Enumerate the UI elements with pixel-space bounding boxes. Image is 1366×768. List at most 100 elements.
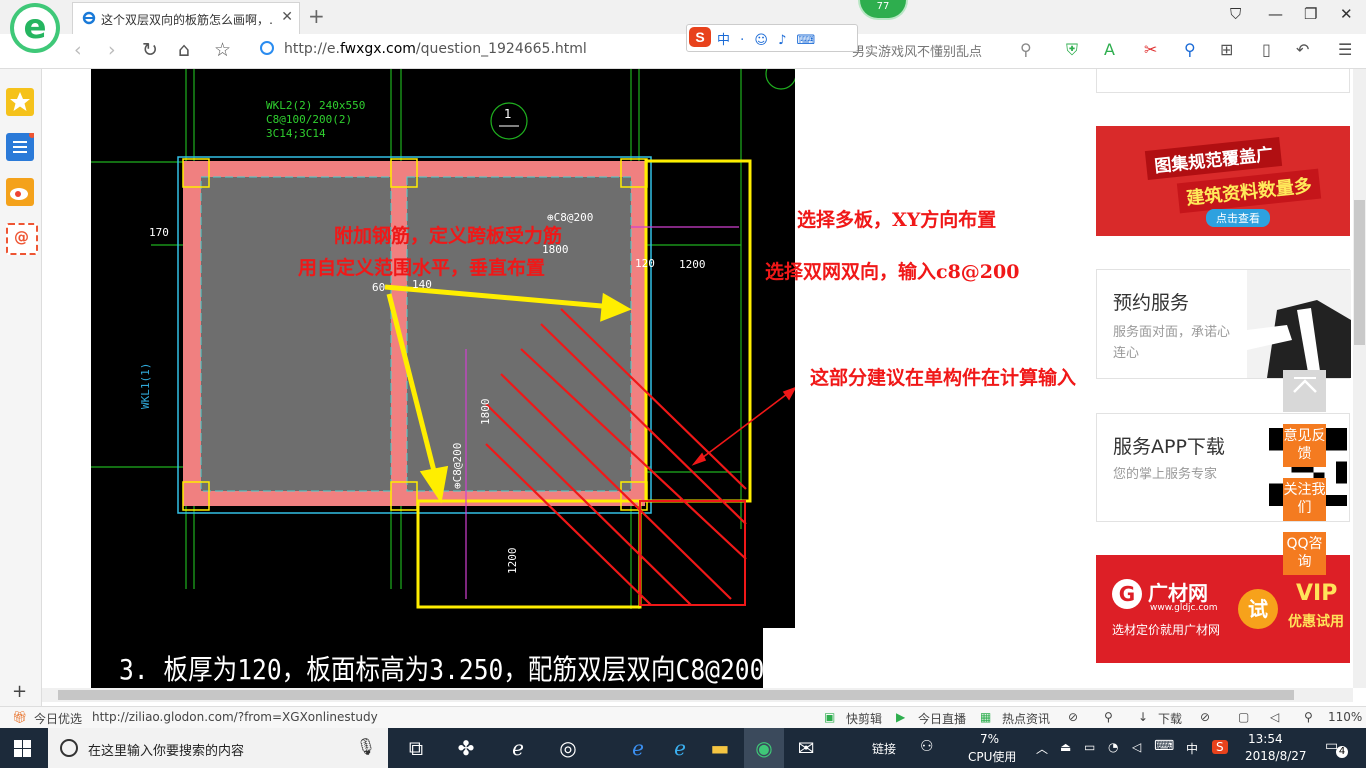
tray-links-label[interactable]: 链接 <box>872 740 896 757</box>
ime-mode[interactable]: 中 <box>1186 740 1198 757</box>
translate-icon[interactable]: A <box>1104 40 1115 59</box>
arrow-up-icon <box>1292 377 1317 393</box>
star-icon[interactable]: ☆ <box>214 39 231 61</box>
horizontal-scroll-thumb[interactable] <box>58 690 1294 700</box>
tray-expand-icon[interactable]: ︿ <box>1036 740 1048 757</box>
shield-icon[interactable]: ⛨ <box>1066 40 1078 60</box>
qq-consult-button[interactable]: QQ咨询 <box>1283 532 1326 575</box>
extension-icon[interactable]: ⊘ <box>1200 710 1210 724</box>
annotation-right-3: 这部分建议在单构件在计算输入 <box>810 367 1077 389</box>
keyboard-icon[interactable]: ⌨ <box>1154 738 1174 754</box>
tab-active[interactable]: 这个双层双向的板筋怎么画啊，… ✕ <box>72 2 300 34</box>
clock-time[interactable]: 13:54 <box>1248 732 1283 746</box>
apps-icon[interactable]: ⊞ <box>1220 40 1233 59</box>
download-icon: ↓ <box>1138 710 1149 724</box>
ad2-brand: 广材网 <box>1148 581 1208 605</box>
battery-icon[interactable]: ▭ <box>1084 740 1095 754</box>
search-hint[interactable]: 男实游戏风不懂别乱点 <box>852 41 1002 60</box>
windows-taskbar: 在这里输入你要搜索的内容 🎙︎ ⧉ ✤ ℯ ◎ ℯ ℯ ▬ ◉ ✉ 链接 ⚇ 7… <box>0 728 1366 768</box>
secure-icon <box>260 41 274 55</box>
browser-task-icon: ◉ <box>755 736 773 760</box>
pin-icon[interactable]: ⚲ <box>1104 710 1113 724</box>
vertical-scroll-thumb[interactable] <box>1354 200 1365 345</box>
microphone-icon[interactable]: 🎙︎ <box>356 737 376 756</box>
back-icon[interactable]: ‹ <box>74 39 82 61</box>
forward-icon[interactable]: › <box>108 39 116 61</box>
taskbar-search-placeholder: 在这里输入你要搜索的内容 <box>88 744 245 759</box>
minimize-icon[interactable]: — <box>1268 5 1283 23</box>
edge-icon[interactable]: ℯ <box>506 736 530 760</box>
tab-title: 这个双层双向的板筋怎么画啊，… <box>101 13 273 27</box>
dim-170: 170 <box>149 226 169 239</box>
glodon-app-icon[interactable]: ◎ <box>556 736 580 760</box>
zoom-level[interactable]: 110% <box>1328 710 1362 724</box>
close-tab-icon[interactable]: ✕ <box>281 9 293 25</box>
wifi-icon[interactable]: ◔ <box>1108 740 1118 754</box>
favorites-icon[interactable] <box>6 88 34 116</box>
tray-shape-icon[interactable]: ⏏ <box>1060 740 1071 754</box>
vertical-scrollbar[interactable] <box>1353 69 1366 688</box>
ad-banner-standards[interactable]: 图集规范覆盖广 建筑资料数量多 点击查看 <box>1096 126 1350 236</box>
card-appointment-service[interactable]: 预约服务 服务面对面，承诺心连心 <box>1096 269 1351 379</box>
home-icon[interactable]: ⌂ <box>178 39 190 61</box>
address-bar[interactable]: http://e.fwxgx.com/question_1924665.html <box>260 38 680 62</box>
magnifier-icon[interactable]: ⚲ <box>1184 40 1196 59</box>
refresh-icon[interactable]: ↻ <box>142 39 158 61</box>
dim-1200-right: 1200 <box>679 258 706 271</box>
news-icon: ▦ <box>980 710 992 724</box>
ime-label: 中 · ☺ ♪ ⌨ <box>717 33 819 48</box>
windows-start-icon[interactable] <box>14 740 31 757</box>
sogou-tray-icon[interactable]: S <box>1212 740 1228 754</box>
clip-link[interactable]: 快剪辑 <box>846 710 882 727</box>
ad2-try-badge: 试 <box>1238 589 1278 629</box>
news-link[interactable]: 热点资讯 <box>1002 710 1050 727</box>
search-icon[interactable]: ⚲ <box>1020 40 1032 59</box>
taskbar-search-box[interactable]: 在这里输入你要搜索的内容 🎙︎ <box>48 728 388 768</box>
ime-toolbar[interactable]: S 中 · ☺ ♪ ⌨ <box>686 24 858 52</box>
undo-icon[interactable]: ↶ <box>1296 40 1309 59</box>
volume-icon[interactable]: ◁ <box>1132 740 1141 754</box>
feedback-button[interactable]: 意见反馈 <box>1283 424 1326 467</box>
download-link[interactable]: 下载 <box>1158 710 1182 727</box>
phone-icon[interactable]: ▯ <box>1262 40 1271 59</box>
ad1-button[interactable]: 点击查看 <box>1206 209 1270 227</box>
follow-us-button[interactable]: 关注我们 <box>1283 478 1326 521</box>
menu-icon[interactable]: ☰ <box>1338 40 1352 59</box>
weibo-icon[interactable] <box>6 178 34 206</box>
window-icon[interactable]: ▢ <box>1238 710 1249 724</box>
task-view-icon[interactable]: ⧉ <box>404 736 428 760</box>
reading-list-icon[interactable] <box>6 132 35 161</box>
restore-icon[interactable]: ❐ <box>1304 5 1317 23</box>
rebar-vert: ⊕C8@200 <box>451 443 464 489</box>
live-link[interactable]: 今日直播 <box>918 710 966 727</box>
new-tab-icon[interactable]: + <box>308 4 325 28</box>
clock-date[interactable]: 2018/8/27 <box>1245 749 1307 763</box>
add-sidebar-icon[interactable]: + <box>12 681 27 702</box>
pinwheel-app-icon[interactable]: ✤ <box>454 736 478 760</box>
ie-mode-icon[interactable]: ⊘ <box>1068 710 1078 724</box>
close-window-icon[interactable]: ✕ <box>1340 5 1353 23</box>
edge-browser-icon[interactable]: ℯ <box>626 736 650 760</box>
ad1-line2: 建筑资料数量多 <box>1176 168 1322 214</box>
dim-1200-bottom: 1200 <box>506 548 519 575</box>
today-pick-link[interactable]: 今日优选 <box>34 710 82 727</box>
internet-explorer-icon[interactable]: ℯ <box>668 736 692 760</box>
active-browser-task[interactable]: ◉ <box>744 728 784 768</box>
people-icon[interactable]: ⚇ <box>920 737 933 755</box>
speaker-icon[interactable]: ◁ <box>1270 710 1279 724</box>
businessman-image <box>1247 270 1351 378</box>
card-top-partial[interactable] <box>1096 69 1350 93</box>
shirt-icon[interactable]: ⛉ <box>1230 5 1241 23</box>
live-icon: ▶ <box>896 710 906 724</box>
cad-bottom-note: 3. 板厚为120，板面标高为3.250，配筋双层双向C8@200。 <box>119 653 789 686</box>
ad2-url: www.gldjc.com <box>1150 603 1218 613</box>
address-text[interactable]: http://e.fwxgx.com/question_1924665.html <box>284 41 587 57</box>
file-explorer-icon[interactable]: ▬ <box>708 736 732 760</box>
browser-logo-icon[interactable]: e <box>10 3 60 53</box>
cpu-percent: 7% <box>980 732 1000 746</box>
mail-icon[interactable]: @ <box>6 223 38 255</box>
zoom-icon[interactable]: ⚲ <box>1304 710 1313 724</box>
mail-app-icon[interactable]: ✉ <box>794 736 818 760</box>
back-to-top-button[interactable] <box>1283 370 1326 412</box>
scissors-icon[interactable]: ✂ <box>1144 40 1157 59</box>
